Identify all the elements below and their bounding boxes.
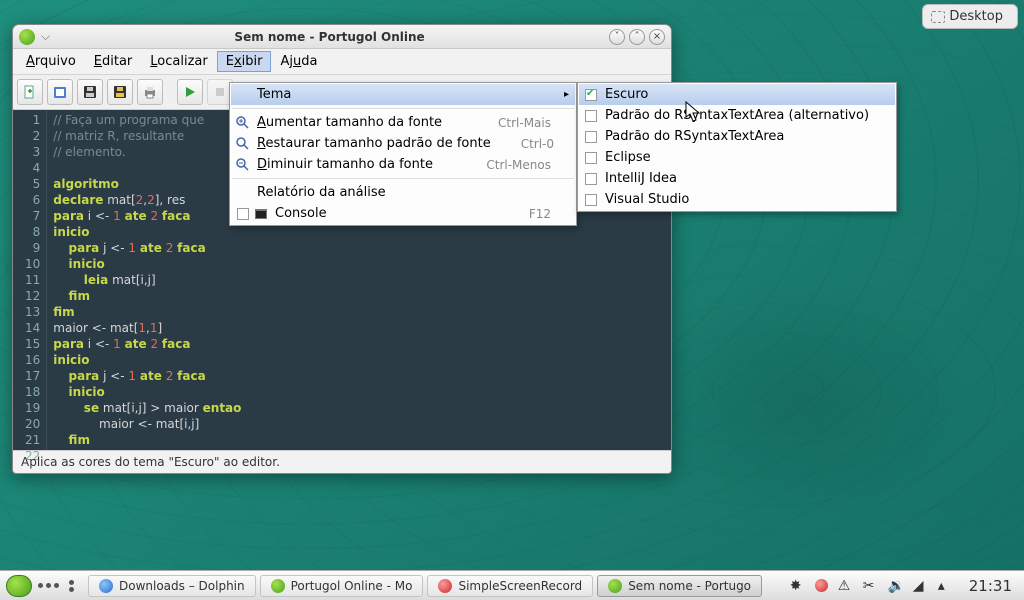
network-icon[interactable]: ◢ <box>913 578 928 593</box>
tray-expand-icon[interactable]: ▴ <box>938 578 953 593</box>
menu-zoom-reset[interactable]: Restaurar tamanho padrão de fonteCtrl-0 <box>231 133 575 154</box>
menu-ajuda[interactable]: Ajuda <box>271 51 326 72</box>
taskbar-item[interactable]: Sem nome - Portugo <box>597 575 762 597</box>
theme-checkbox <box>585 110 597 122</box>
zoom-reset-icon <box>235 136 251 152</box>
theme-checkbox <box>585 131 597 143</box>
console-icon <box>253 206 269 222</box>
tema-option[interactable]: Padrão do RSyntaxTextArea <box>579 126 895 147</box>
taskbar-item[interactable]: Portugol Online - Mo <box>260 575 424 597</box>
clock[interactable]: 21:31 <box>969 577 1012 595</box>
minimize-button[interactable]: ˅ <box>609 29 625 45</box>
taskbar: Downloads – DolphinPortugol Online - MoS… <box>0 570 1024 600</box>
line-gutter: 12345678910111213141516171819202122 <box>13 110 47 450</box>
status-bar: Aplica as cores do tema "Escuro" ao edit… <box>13 450 671 473</box>
new-file-button[interactable] <box>17 79 43 105</box>
pin-icon[interactable]: ⌵ <box>41 29 50 44</box>
tema-submenu: EscuroPadrão do RSyntaxTextArea (alterna… <box>577 82 897 212</box>
zoom-out-icon <box>235 157 251 173</box>
tema-option[interactable]: Visual Studio <box>579 189 895 210</box>
titlebar[interactable]: ⌵ Sem nome - Portugol Online ˅ ˄ × <box>13 25 671 49</box>
task-icon <box>271 579 285 593</box>
theme-checkbox <box>585 89 597 101</box>
task-icon <box>438 579 452 593</box>
taskbar-item[interactable]: Downloads – Dolphin <box>88 575 256 597</box>
tema-option[interactable]: IntelliJ Idea <box>579 168 895 189</box>
system-tray: ✸ ⚠ ✂ 🔉 ◢ ▴ 21:31 <box>790 577 1024 595</box>
exibir-dropdown: Tema▸ Aumentar tamanho da fonteCtrl-Mais… <box>229 82 577 226</box>
app-icon <box>19 29 35 45</box>
menu-exibir[interactable]: Exibir <box>217 51 272 72</box>
activity-dots[interactable] <box>38 583 59 588</box>
menu-arquivo[interactable]: Arquivo <box>17 51 85 72</box>
close-button[interactable]: × <box>649 29 665 45</box>
volume-icon[interactable]: 🔉 <box>888 578 903 593</box>
tema-option[interactable]: Eclipse <box>579 147 895 168</box>
maximize-button[interactable]: ˄ <box>629 29 645 45</box>
window-title: Sem nome - Portugol Online <box>50 30 609 44</box>
menu-editar[interactable]: Editar <box>85 51 142 72</box>
save-as-button[interactable] <box>107 79 133 105</box>
zoom-in-icon <box>235 115 251 131</box>
start-button[interactable] <box>6 575 32 597</box>
console-checkbox <box>237 208 249 220</box>
taskbar-item[interactable]: SimpleScreenRecord <box>427 575 593 597</box>
menu-console[interactable]: ConsoleF12 <box>231 203 575 224</box>
menubar: Arquivo Editar Localizar Exibir Ajuda <box>13 49 671 75</box>
desktop-switcher[interactable]: Desktop <box>922 4 1018 29</box>
theme-checkbox <box>585 194 597 206</box>
print-button[interactable] <box>137 79 163 105</box>
clipboard-icon[interactable]: ✂ <box>863 578 878 593</box>
task-icon <box>608 579 622 593</box>
theme-checkbox <box>585 173 597 185</box>
tema-option[interactable]: Padrão do RSyntaxTextArea (alternativo) <box>579 105 895 126</box>
theme-checkbox <box>585 152 597 164</box>
menu-relatorio[interactable]: Relatório da análise <box>231 182 575 203</box>
open-file-button[interactable] <box>47 79 73 105</box>
record-icon[interactable] <box>815 579 828 592</box>
menu-tema[interactable]: Tema▸ <box>231 84 575 105</box>
menu-localizar[interactable]: Localizar <box>141 51 216 72</box>
tema-option[interactable]: Escuro <box>579 84 895 105</box>
menu-zoom-out[interactable]: Diminuir tamanho da fonteCtrl-Menos <box>231 154 575 175</box>
pager[interactable] <box>69 580 74 592</box>
run-button[interactable] <box>177 79 203 105</box>
updates-icon[interactable]: ✸ <box>790 578 805 593</box>
warning-icon[interactable]: ⚠ <box>838 578 853 593</box>
save-button[interactable] <box>77 79 103 105</box>
menu-zoom-in[interactable]: Aumentar tamanho da fonteCtrl-Mais <box>231 112 575 133</box>
task-icon <box>99 579 113 593</box>
